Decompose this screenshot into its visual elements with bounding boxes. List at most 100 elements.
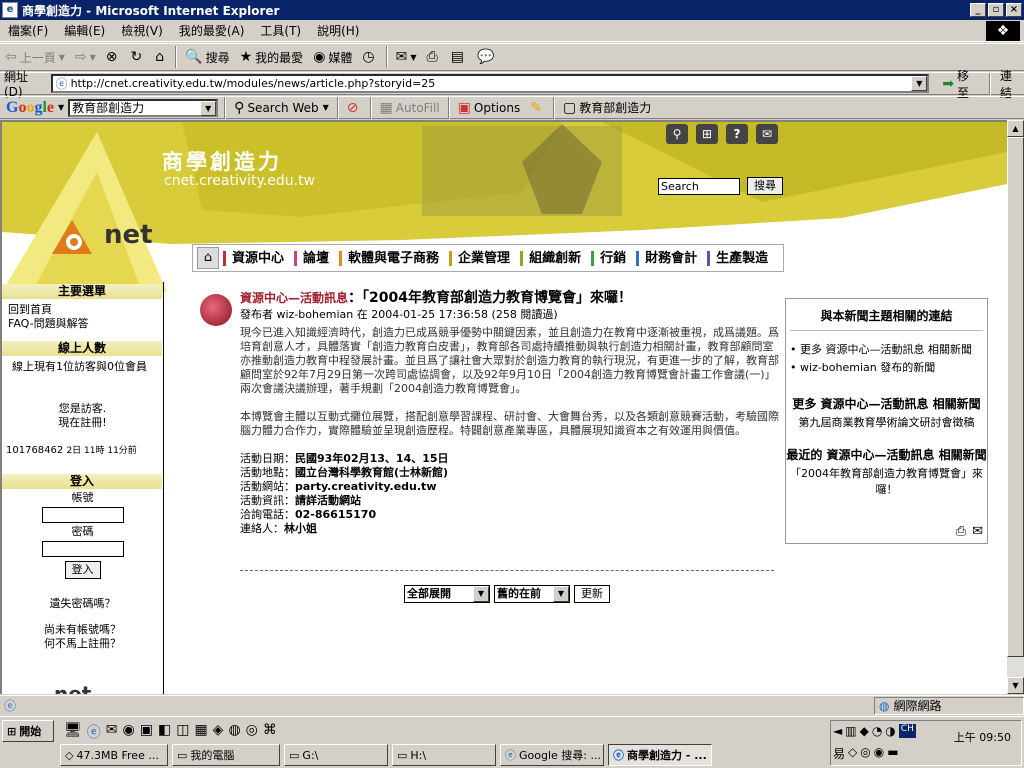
menu-favorites[interactable]: 我的最愛(A) (171, 22, 253, 39)
account-input[interactable] (41, 507, 124, 523)
ql-outlook-icon[interactable]: ✉ (106, 722, 118, 742)
ql-app4-icon[interactable]: ▦ (194, 722, 207, 742)
password-input[interactable] (41, 541, 124, 557)
menu-help[interactable]: 說明(H) (309, 22, 367, 39)
mail-button[interactable]: ✉ ▼ (391, 45, 422, 69)
related-link-category[interactable]: • 更多 資源中心—活動訊息 相關新聞 (790, 343, 983, 357)
recent-news-item[interactable]: 「2004年教育部創造力教育博覽會」來囉！ (786, 465, 987, 497)
menu-view[interactable]: 檢視(V) (113, 22, 171, 39)
register-now-link[interactable]: 現在註冊! (2, 416, 163, 430)
event-website-link[interactable]: party.creativity.edu.tw (295, 480, 436, 493)
maximize-button[interactable]: ▫ (988, 3, 1004, 17)
more-news-item[interactable]: 第九屆商業教育學術論文研討會徵稿 (786, 414, 987, 430)
history-button[interactable]: ◷ (357, 45, 382, 69)
home-link[interactable]: 回到首頁 (8, 303, 163, 317)
lost-password-link[interactable]: 遺失密碼嗎？ (2, 597, 163, 611)
network-icon[interactable]: ▥ (845, 724, 856, 738)
ime-indicator[interactable]: CH (898, 724, 916, 738)
ql-app7-icon[interactable]: ◎ (246, 722, 258, 742)
print-button[interactable]: ⎙ (422, 45, 446, 69)
home-button[interactable]: ⌂ (150, 45, 172, 69)
autofill-button[interactable]: ▦ AutoFill (375, 96, 445, 120)
media-button[interactable]: ◉ 媒體 (308, 45, 357, 69)
related-link-author[interactable]: • wiz-bohemian 發布的新聞 (790, 361, 983, 375)
search-button[interactable]: 🔍 搜尋 (180, 45, 234, 69)
edit-button[interactable]: ▤ (446, 45, 472, 69)
task-active-ie[interactable]: ⓔ 商學創造力 - ... (608, 744, 712, 766)
mail-icon[interactable]: ✉ (756, 124, 778, 144)
forward-button[interactable]: ⇨ ▼ (70, 45, 101, 69)
nav-resource-center[interactable]: 資源中心 (223, 250, 290, 266)
scroll-up-button[interactable]: ▲ (1007, 120, 1024, 137)
sort-order-select[interactable]: 舊的在前 ▼ (494, 585, 570, 603)
home-icon[interactable]: ⌂ (197, 247, 219, 269)
tray-drive-icon[interactable]: ▬ (887, 745, 898, 762)
discuss-button[interactable]: 💬 (472, 45, 502, 69)
task-drive-h[interactable]: ▭ H:\ (392, 744, 496, 766)
site-search-button[interactable]: 搜尋 (747, 177, 783, 195)
ime-mode-icon[interactable]: 易 (833, 745, 845, 762)
search-web-button[interactable]: ⚲ Search Web ▼ (229, 96, 334, 120)
vertical-scrollbar[interactable]: ▲ ▼ (1007, 120, 1024, 694)
back-button[interactable]: ⇦ 上一頁 ▼ (0, 45, 70, 69)
close-button[interactable]: × (1006, 3, 1022, 17)
printer-icon[interactable]: ⎙ (956, 524, 966, 539)
category-link[interactable]: 資源中心—活動訊息 (240, 291, 348, 305)
faq-link[interactable]: FAQ-問題與解答 (8, 317, 163, 331)
highlight-button[interactable]: ✎ (525, 96, 550, 120)
nav-business-management[interactable]: 企業管理 (449, 250, 516, 266)
address-dropdown[interactable]: ▼ (911, 76, 928, 91)
task-google-search[interactable]: ⓔ Google 搜尋: ... (500, 744, 604, 766)
email-friend-icon[interactable]: ✉ (972, 524, 983, 539)
tray-app-icon[interactable]: ◑ (885, 724, 895, 738)
help-icon[interactable]: ? (726, 124, 748, 144)
tray-sync-icon[interactable]: ◎ (860, 745, 870, 762)
menu-tools[interactable]: 工具(T) (252, 22, 309, 39)
ql-app8-icon[interactable]: ⌘ (263, 722, 277, 742)
search-icon[interactable]: ⚲ (666, 124, 688, 144)
menu-edit[interactable]: 編輯(E) (56, 22, 113, 39)
task-my-computer[interactable]: ▭ 我的電腦 (172, 744, 280, 766)
menu-file[interactable]: 檔案(F) (0, 22, 56, 39)
ql-ie-icon[interactable]: ⓔ (87, 722, 101, 742)
start-button[interactable]: ⊞ 開始 (2, 720, 54, 742)
refresh-button[interactable]: ↻ (126, 45, 151, 69)
nav-forum[interactable]: 論壇 (294, 250, 335, 266)
register-link[interactable]: 何不馬上註冊？ (2, 637, 163, 651)
nav-marketing[interactable]: 行銷 (591, 250, 632, 266)
nav-production[interactable]: 生產製造 (707, 250, 774, 266)
popup-blocker-button[interactable]: ⊘ (342, 96, 367, 120)
scroll-thumb[interactable] (1007, 137, 1024, 657)
stop-button[interactable]: ⊗ (101, 45, 126, 69)
google-search-dropdown[interactable]: ▼ (200, 100, 217, 116)
nav-software-ecommerce[interactable]: 軟體與電子商務 (339, 250, 445, 266)
display-mode-select[interactable]: 全部展開 ▼ (404, 585, 490, 603)
task-disk-free[interactable]: ◇ 47.3MB Free ... (60, 744, 168, 766)
sitemap-icon[interactable]: ⊞ (696, 124, 718, 144)
search-term-button[interactable]: ▢ 教育部創造力 (558, 96, 656, 120)
ql-app1-icon[interactable]: ▣ (140, 722, 153, 742)
nav-org-innovation[interactable]: 組織創新 (520, 250, 587, 266)
go-button[interactable]: ➡ 移至 (937, 69, 986, 100)
google-search-input[interactable]: 教育部創造力 ▼ (68, 98, 219, 117)
site-search-input[interactable]: Search (658, 178, 740, 195)
minimize-button[interactable]: _ (970, 3, 986, 17)
ql-app5-icon[interactable]: ◈ (213, 722, 224, 742)
update-icon[interactable]: ◔ (872, 724, 882, 738)
address-input[interactable]: ⓔ http://cnet.creativity.edu.tw/modules/… (50, 74, 930, 93)
refresh-button[interactable]: 更新 (574, 585, 610, 603)
ql-app6-icon[interactable]: ◍ (228, 722, 240, 742)
ql-app3-icon[interactable]: ◫ (176, 722, 189, 742)
favorites-button[interactable]: ★ 我的最愛 (235, 45, 309, 69)
antivirus-icon[interactable]: ◆ (860, 724, 869, 738)
ql-desktop-icon[interactable]: 🖥 (64, 722, 82, 742)
ql-app2-icon[interactable]: ◧ (158, 722, 171, 742)
task-drive-g[interactable]: ▭ G:\ (284, 744, 388, 766)
nav-finance[interactable]: 財務會計 (636, 250, 703, 266)
options-button[interactable]: ▣ Options (453, 96, 526, 120)
tray-shield-icon[interactable]: ◇ (848, 745, 857, 762)
scroll-down-button[interactable]: ▼ (1007, 677, 1024, 694)
volume-icon[interactable]: ◄ (833, 724, 842, 738)
ql-media-icon[interactable]: ◉ (123, 722, 135, 742)
tray-chat-icon[interactable]: ◉ (874, 745, 884, 762)
